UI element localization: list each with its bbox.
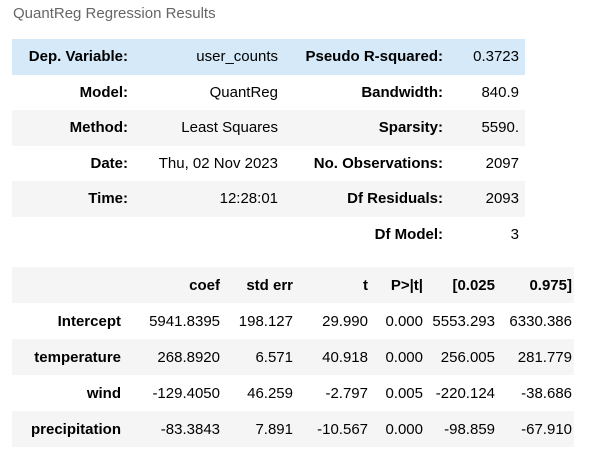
table-caption: QuantReg Regression Results — [13, 5, 216, 22]
cell: -67.910 — [521, 420, 572, 438]
summary-value: Thu, 02 Nov 2023 — [158, 154, 278, 172]
summary-value — [130, 217, 280, 253]
summary-row: Dep. Variable: user_counts Pseudo R-squa… — [12, 39, 525, 75]
summary-label: Method: — [69, 119, 128, 137]
cell: -2.797 — [325, 384, 368, 402]
cell: 29.990 — [322, 312, 368, 330]
cell: 268.8920 — [157, 348, 220, 366]
row-label: precipitation — [30, 420, 121, 438]
summary-row: Date: Thu, 02 Nov 2023 No. Observations:… — [12, 146, 525, 182]
summary-row: Df Model: 3 — [12, 217, 525, 253]
summary-label: Date: — [90, 154, 128, 172]
summary-label: Time: — [88, 190, 128, 208]
summary-value: 3 — [510, 225, 519, 243]
summary-value: Least Squares — [181, 119, 278, 137]
summary-row: Method: Least Squares Sparsity: 5590. — [12, 110, 525, 146]
column-header — [12, 267, 123, 303]
summary-label: Df Model: — [374, 225, 443, 243]
coef-row: temperature 268.8920 6.571 40.918 0.000 … — [12, 339, 574, 375]
cell: 7.891 — [255, 420, 293, 438]
column-header-ci-high: 0.975] — [529, 276, 572, 294]
summary-value: 2093 — [485, 190, 519, 208]
column-header-t: t — [363, 276, 368, 294]
summary-label: Bandwidth: — [361, 83, 443, 101]
cell: 0.005 — [385, 384, 423, 402]
summary-label — [12, 217, 130, 253]
coefficient-table: coef std err t P>|t| [0.025 0.975] Inter… — [12, 267, 574, 447]
cell: 46.259 — [247, 384, 293, 402]
summary-table: Dep. Variable: user_counts Pseudo R-squa… — [12, 39, 525, 252]
cell: -129.4050 — [152, 384, 220, 402]
summary-label: Sparsity: — [378, 119, 443, 137]
summary-label: No. Observations: — [313, 154, 443, 172]
cell: 5553.293 — [432, 312, 495, 330]
summary-label: Df Residuals: — [347, 190, 443, 208]
column-header-coef: coef — [189, 276, 220, 294]
cell: -220.124 — [435, 384, 495, 402]
cell: 0.000 — [385, 312, 423, 330]
summary-value: 2097 — [485, 154, 519, 172]
cell: 0.000 — [385, 348, 423, 366]
summary-value: 12:28:01 — [219, 190, 278, 208]
cell: 40.918 — [322, 348, 368, 366]
cell: -38.686 — [521, 384, 572, 402]
cell: 6.571 — [255, 348, 293, 366]
cell: -10.567 — [317, 420, 368, 438]
coef-row: Intercept 5941.8395 198.127 29.990 0.000… — [12, 303, 574, 339]
summary-value: 0.3723 — [473, 48, 519, 66]
summary-row: Model: QuantReg Bandwidth: 840.9 — [12, 75, 525, 111]
coef-header-row: coef std err t P>|t| [0.025 0.975] — [12, 267, 574, 303]
summary-value: QuantReg — [209, 83, 278, 101]
summary-label: Model: — [79, 83, 128, 101]
summary-label: Pseudo R-squared: — [305, 48, 443, 66]
cell: -83.3843 — [160, 420, 220, 438]
summary-value: user_counts — [196, 48, 278, 66]
column-header-std-err: std err — [246, 276, 293, 294]
summary-label: Dep. Variable: — [28, 48, 128, 66]
summary-value: 5590. — [481, 119, 519, 137]
column-header-p: P>|t| — [390, 276, 423, 294]
summary-value: 840.9 — [481, 83, 519, 101]
column-header-ci-low: [0.025 — [452, 276, 495, 294]
coef-row: precipitation -83.3843 7.891 -10.567 0.0… — [12, 411, 574, 447]
cell: 198.127 — [238, 312, 293, 330]
summary-row: Time: 12:28:01 Df Residuals: 2093 — [12, 181, 525, 217]
row-label: Intercept — [57, 312, 121, 330]
row-label: wind — [86, 384, 121, 402]
cell: 5941.8395 — [149, 312, 220, 330]
cell: 281.779 — [517, 348, 572, 366]
cell: 6330.386 — [509, 312, 572, 330]
cell: -98.859 — [444, 420, 495, 438]
cell: 256.005 — [440, 348, 495, 366]
row-label: temperature — [34, 348, 121, 366]
coef-row: wind -129.4050 46.259 -2.797 0.005 -220.… — [12, 375, 574, 411]
cell: 0.000 — [385, 420, 423, 438]
